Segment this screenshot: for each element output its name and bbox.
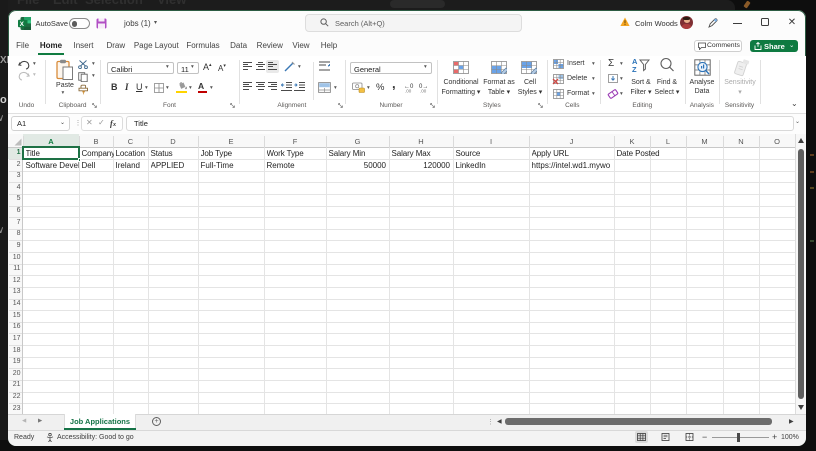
svg-text:X: X: [20, 21, 25, 28]
svg-text:.00: .00: [420, 89, 427, 94]
svg-text:.00: .00: [405, 89, 412, 94]
svg-text:Z: Z: [632, 65, 637, 73]
